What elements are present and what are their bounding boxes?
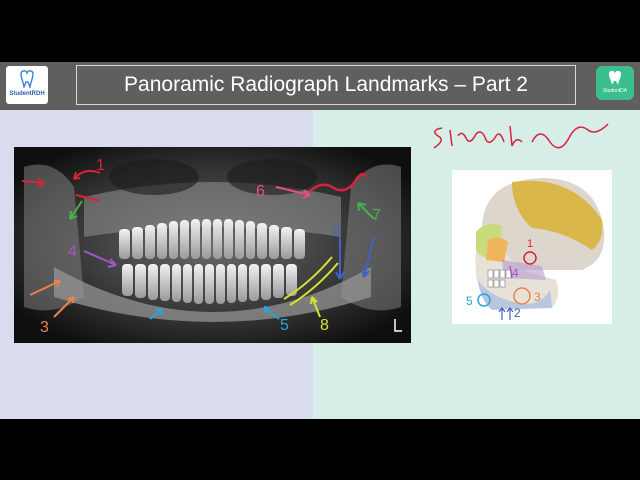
xray-label-7: 7 [372,207,381,224]
slide-title: Panoramic Radiograph Landmarks – Part 2 [124,73,528,96]
studentrdh-logo: StudentRDH [6,66,48,104]
slide-title-box: Panoramic Radiograph Landmarks – Part 2 [76,65,576,105]
skull-label-3: 3 [534,290,541,304]
skull-label-2: 2 [514,306,521,320]
xray-label-3: 3 [40,319,49,336]
xray-label-8: 8 [320,317,329,334]
tooth-icon [20,70,34,88]
letterbox-top [0,0,640,62]
xray-label-2: 2 [332,221,341,238]
xray-label-1: 1 [96,157,105,174]
logo-right-text: StudentDA [602,88,628,94]
letterbox-bottom [0,419,640,480]
xray-label-4: 4 [68,243,77,260]
handwritten-annotation [433,123,609,149]
xray-label-6: 6 [256,183,265,200]
logo-left-text: StudentRDH [9,91,45,97]
skull-label-1: 1 [527,238,534,250]
skull-label-4: 4 [512,266,519,280]
skull-illustration: 1 2 3 4 5 [452,170,612,324]
xray-label-5: 5 [280,317,289,334]
skull-label-5: 5 [466,294,473,308]
studentda-logo: StudentDA [596,66,634,100]
tooth-icon [609,70,621,85]
panoramic-radiograph: 1 2 3 4 5 6 7 8 [14,147,411,343]
